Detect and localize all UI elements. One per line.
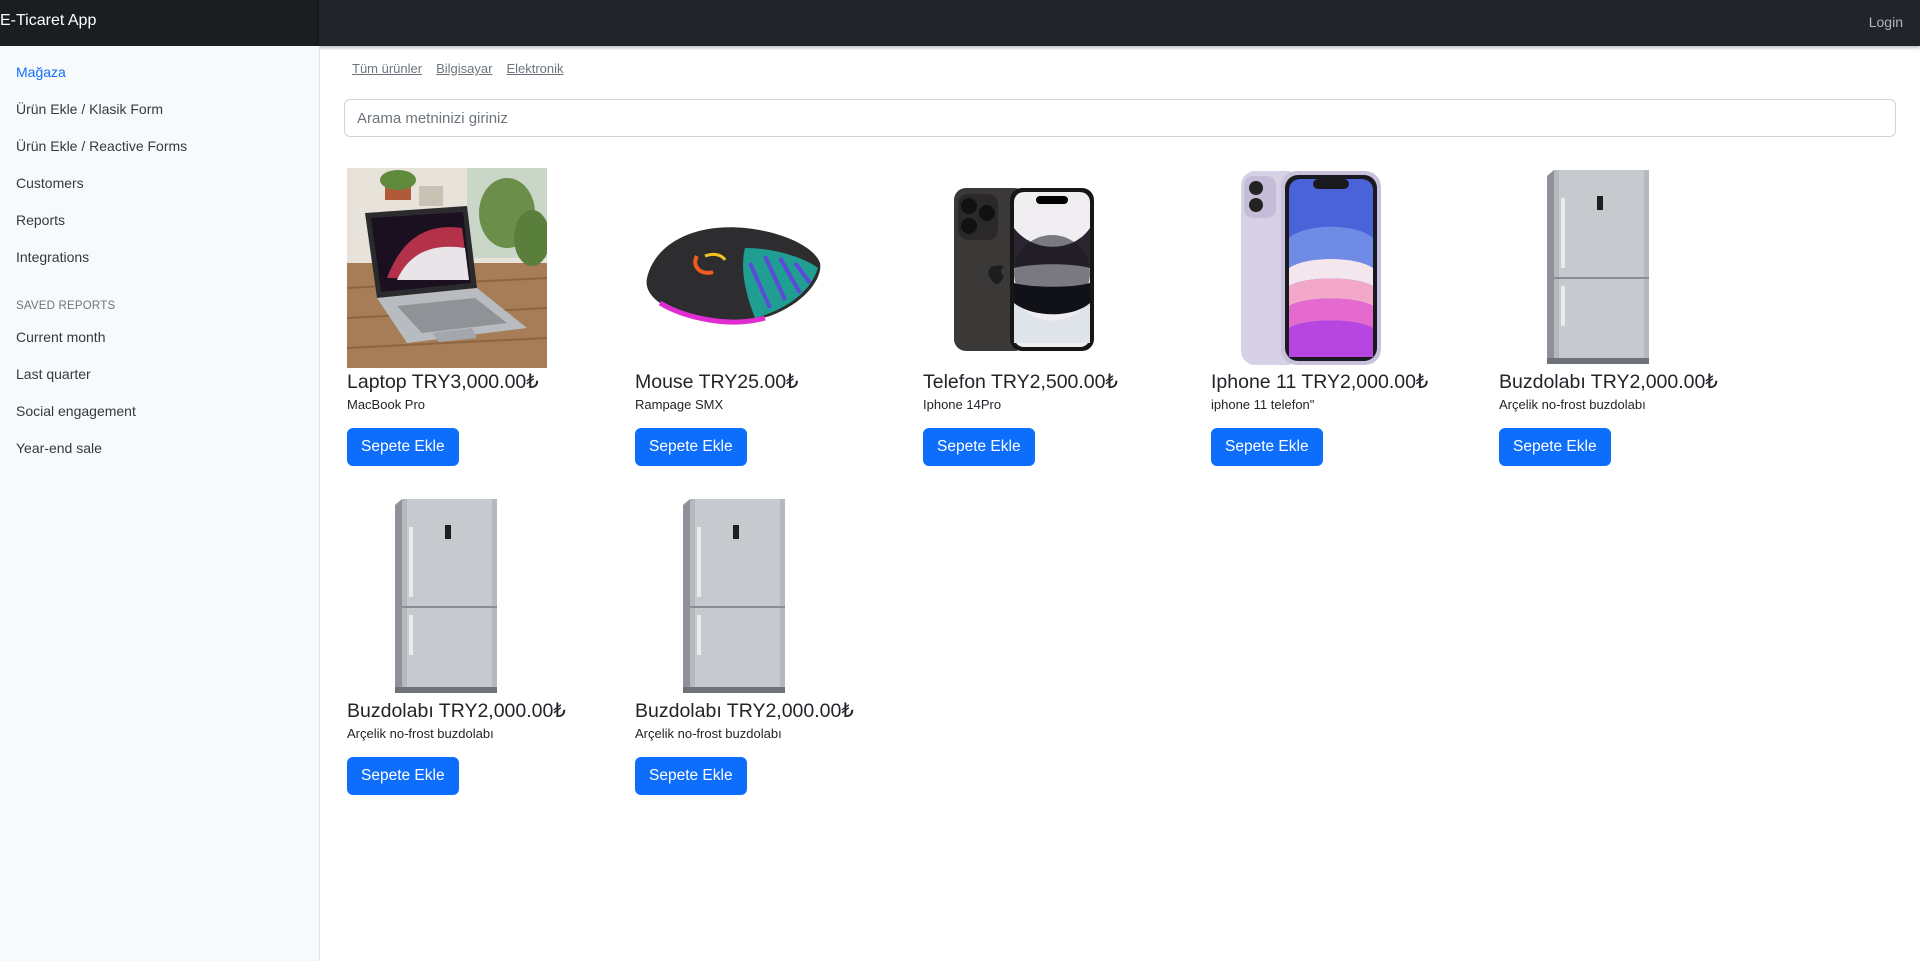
- product-description: MacBook Pro: [347, 397, 426, 412]
- product-description: Rampage SMX: [635, 397, 724, 412]
- sidebar-item-last-quarter[interactable]: Last quarter: [16, 366, 91, 382]
- category-link-bilgisayar[interactable]: Bilgisayar: [436, 61, 492, 76]
- product-title: Mouse TRY25.00₺: [635, 371, 799, 393]
- search-input[interactable]: [344, 99, 1896, 137]
- sidebar-item-customers[interactable]: Customers: [16, 175, 84, 191]
- sidebar-item-current-month[interactable]: Current month: [16, 329, 105, 345]
- sidebar-item-urun-ekle-klasik[interactable]: Ürün Ekle / Klasik Form: [16, 101, 163, 117]
- sidebar-item-urun-ekle-reactive[interactable]: Ürün Ekle / Reactive Forms: [16, 138, 187, 154]
- product-title: Iphone 11 TRY2,000.00₺: [1211, 371, 1429, 393]
- saved-reports-heading: SAVED REPORTS: [16, 300, 116, 312]
- product-description: iphone 11 telefon": [1211, 397, 1315, 412]
- category-link-elektronik[interactable]: Elektronik: [506, 61, 563, 76]
- product-title: Buzdolabı TRY2,000.00₺: [635, 700, 854, 722]
- sidebar: Mağaza Ürün Ekle / Klasik Form Ürün Ekle…: [0, 46, 320, 961]
- login-link[interactable]: Login: [1869, 14, 1903, 30]
- add-to-cart-button[interactable]: Sepete Ekle: [1211, 428, 1323, 466]
- product-title: Buzdolabı TRY2,000.00₺: [1499, 371, 1718, 393]
- add-to-cart-button[interactable]: Sepete Ekle: [635, 757, 747, 795]
- brand-area: E-Ticaret App: [0, 0, 319, 46]
- product-title: Buzdolabı TRY2,000.00₺: [347, 700, 566, 722]
- add-to-cart-button[interactable]: Sepete Ekle: [635, 428, 747, 466]
- add-to-cart-button[interactable]: Sepete Ekle: [347, 428, 459, 466]
- product-image-laptop: [347, 168, 547, 368]
- add-to-cart-button[interactable]: Sepete Ekle: [1499, 428, 1611, 466]
- sidebar-item-social-engagement[interactable]: Social engagement: [16, 403, 136, 419]
- product-image-iphone11: [1211, 168, 1411, 368]
- category-link-all[interactable]: Tüm ürünler: [352, 61, 422, 76]
- sidebar-item-year-end-sale[interactable]: Year-end sale: [16, 440, 102, 456]
- product-description: Arçelik no-frost buzdolabı: [347, 726, 494, 741]
- product-image-fridge: [1499, 168, 1699, 368]
- sidebar-item-magaza[interactable]: Mağaza: [16, 64, 66, 80]
- add-to-cart-button[interactable]: Sepete Ekle: [923, 428, 1035, 466]
- product-description: Arçelik no-frost buzdolabı: [1499, 397, 1646, 412]
- product-image-fridge: [347, 497, 547, 697]
- sidebar-item-integrations[interactable]: Integrations: [16, 249, 89, 265]
- add-to-cart-button[interactable]: Sepete Ekle: [347, 757, 459, 795]
- product-title: Telefon TRY2,500.00₺: [923, 371, 1118, 393]
- product-image-iphone14: [923, 168, 1123, 368]
- product-description: Iphone 14Pro: [923, 397, 1002, 412]
- brand-logo-text[interactable]: E-Ticaret App: [0, 12, 96, 30]
- top-navbar: E-Ticaret App Login: [0, 0, 1920, 46]
- product-description: Arçelik no-frost buzdolabı: [635, 726, 782, 741]
- product-image-fridge: [635, 497, 835, 697]
- sidebar-item-reports[interactable]: Reports: [16, 212, 65, 228]
- product-image-mouse: [635, 168, 835, 368]
- product-title: Laptop TRY3,000.00₺: [347, 371, 539, 393]
- category-links: Tüm ürünler Bilgisayar Elektronik: [352, 60, 578, 80]
